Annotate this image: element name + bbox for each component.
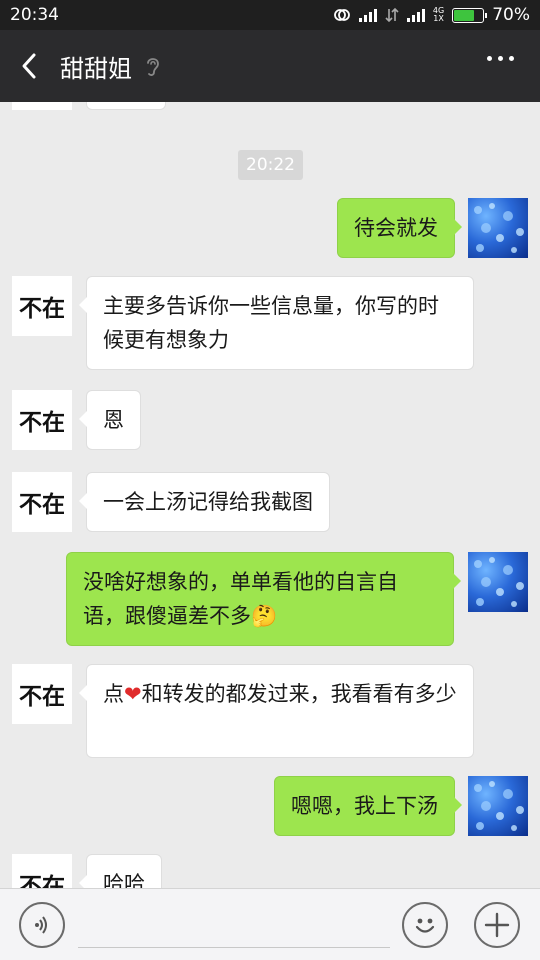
chevron-left-icon xyxy=(22,53,36,79)
signal-4g-icon xyxy=(406,8,425,22)
my-avatar[interactable] xyxy=(468,198,528,258)
status-icons: 4G 1X 70% xyxy=(333,5,530,25)
chat-messages[interactable]: 20:22 待会就发 不在 主要多告诉你一些信息量，你写的时候更有想象力 不在 … xyxy=(0,102,540,888)
incoming-message[interactable]: 一会上汤记得给我截图 xyxy=(79,472,330,532)
incoming-message[interactable]: 哈哈 xyxy=(79,854,162,888)
back-button[interactable] xyxy=(0,30,58,102)
contact-avatar[interactable]: 不在 xyxy=(12,276,72,336)
contact-avatar[interactable]: 不在 xyxy=(12,472,72,532)
signal-icon xyxy=(358,8,377,22)
battery-icon xyxy=(452,7,488,23)
water-drops-image xyxy=(474,203,524,253)
network-type: 4G 1X xyxy=(432,6,445,23)
chat-header: 甜甜姐 xyxy=(0,30,540,102)
incoming-message[interactable]: 主要多告诉你一些信息量，你写的时候更有想象力 xyxy=(79,276,474,370)
contact-avatar[interactable]: 不在 xyxy=(12,390,72,450)
contact-avatar[interactable] xyxy=(12,102,72,110)
incoming-message[interactable]: 恩 xyxy=(79,390,141,450)
my-avatar[interactable] xyxy=(468,776,528,836)
water-drops-image xyxy=(474,781,524,831)
thinking-face-emoji: 🤔 xyxy=(251,604,278,628)
sync-icon xyxy=(334,9,350,21)
battery-percent: 70% xyxy=(492,5,530,25)
my-avatar[interactable] xyxy=(468,552,528,612)
smiley-icon xyxy=(415,918,435,933)
message-input[interactable] xyxy=(78,947,390,948)
emoji-button[interactable] xyxy=(402,902,448,948)
outgoing-message[interactable]: 待会就发 xyxy=(337,198,462,258)
more-options-button[interactable] xyxy=(487,56,514,61)
heart-emoji: ❤ xyxy=(124,682,142,706)
status-time: 20:34 xyxy=(10,5,59,25)
message-bubble-partial xyxy=(86,102,166,110)
data-transfer-icon xyxy=(385,7,399,23)
voice-input-button[interactable] xyxy=(19,902,65,948)
voice-icon xyxy=(35,916,47,934)
contact-avatar[interactable]: 不在 xyxy=(12,664,72,724)
more-functions-button[interactable] xyxy=(474,902,520,948)
outgoing-message[interactable]: 没啥好想象的，单单看他的自言自语，跟傻逼差不多🤔 xyxy=(66,552,461,646)
chat-input-bar xyxy=(0,888,540,960)
contact-avatar[interactable]: 不在 xyxy=(12,854,72,888)
ear-icon xyxy=(147,58,159,76)
status-bar: 20:34 4G 1X 70% xyxy=(0,0,540,30)
outgoing-message[interactable]: 嗯嗯，我上下汤 xyxy=(274,776,462,836)
chat-title[interactable]: 甜甜姐 xyxy=(60,49,132,84)
incoming-message[interactable]: 点❤和转发的都发过来，我看看有多少 xyxy=(79,664,474,758)
message-timestamp: 20:22 xyxy=(238,150,303,180)
plus-icon xyxy=(484,912,510,938)
water-drops-image xyxy=(474,557,524,607)
